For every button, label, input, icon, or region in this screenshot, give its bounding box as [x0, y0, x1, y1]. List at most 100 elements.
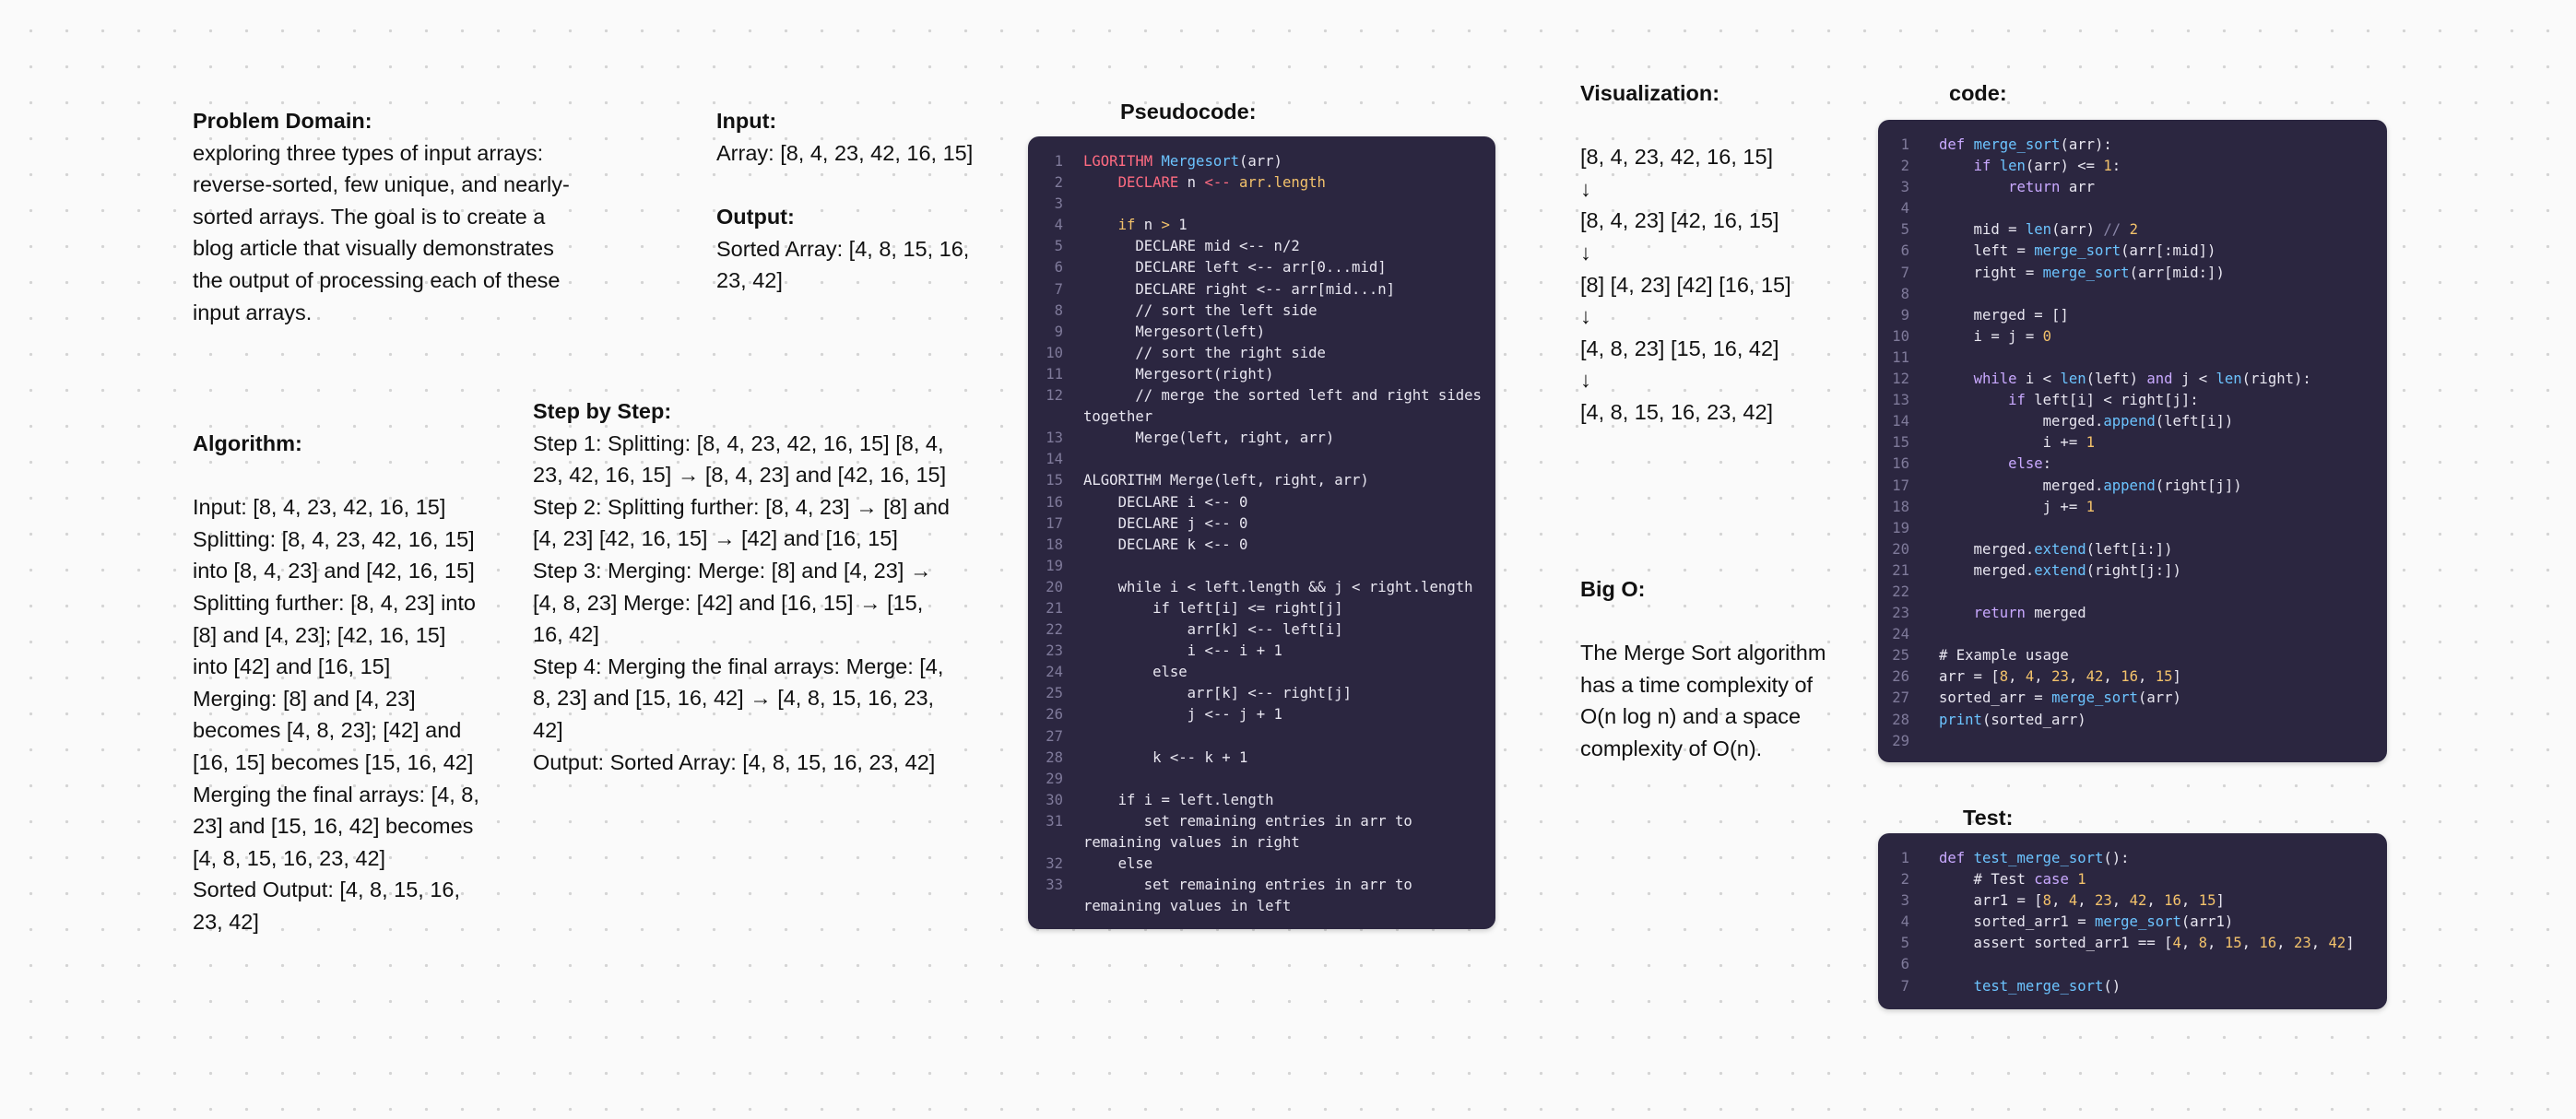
code-line: 18 DECLARE k <-- 0 — [1041, 535, 1484, 556]
code-line: 6 left = merge_sort(arr[:mid]) — [1885, 241, 2376, 262]
line-number: 29 — [1046, 770, 1063, 787]
line-number: 22 — [1046, 621, 1063, 639]
algorithm-line: Input: [8, 4, 23, 42, 16, 15] — [193, 495, 446, 520]
code-line: 4 if n > 1 — [1041, 215, 1484, 236]
problem-domain-body: exploring three types of input arrays: r… — [193, 140, 570, 324]
code-text: # Test case 1 — [1939, 871, 2086, 889]
step-line: Step 4: Merging the final arrays: Merge:… — [533, 654, 944, 742]
code-text: merged = [] — [1939, 306, 2069, 324]
code-text: if left[i] <= right[j] — [1083, 599, 1343, 617]
code-text: if left[i] < right[j]: — [2008, 392, 2199, 409]
input-heading: Input: — [716, 109, 777, 133]
visualization-line: [8, 4, 23, 42, 16, 15] — [1580, 145, 1774, 170]
code-text: else: — [2008, 455, 2052, 473]
code-line: 28 k <-- k + 1 — [1041, 748, 1484, 769]
code-line: 19 — [1041, 556, 1484, 577]
test-heading: Test: — [1963, 806, 2014, 830]
line-number: 23 — [1046, 642, 1063, 660]
line-number: 1 — [1900, 136, 1909, 153]
bigo-section: Big O: The Merge Sort algorithm has a ti… — [1580, 573, 1848, 765]
code-line: 1 def test_merge_sort(): — [1885, 848, 2376, 869]
line-number: 20 — [1892, 540, 1909, 558]
code-text: if n > 1 — [1117, 217, 1188, 234]
output-value: Sorted Array: [4, 8, 15, 16, 23, 42] — [716, 236, 970, 293]
output-section: Output: Sorted Array: [4, 8, 15, 16, 23,… — [716, 201, 984, 297]
pseudocode-heading: Pseudocode: — [1120, 100, 1257, 124]
code-line: 7 right = merge_sort(arr[mid:]) — [1885, 263, 2376, 284]
algorithm-line: Merging: [8] and [4, 23] becomes [4, 8, … — [193, 686, 474, 774]
code-text: arr = [8, 4, 23, 42, 16, 15] — [1939, 668, 2181, 686]
line-number: 19 — [1046, 557, 1063, 574]
code-line: 27 sorted_arr = merge_sort(arr) — [1885, 688, 2376, 709]
code-line: 29 — [1885, 731, 2376, 752]
visualization-line: ↓ — [1580, 176, 1591, 201]
code-line: 8 — [1885, 284, 2376, 305]
line-number: 13 — [1892, 392, 1909, 409]
code-text: def merge_sort(arr): — [1939, 136, 2112, 153]
line-number: 30 — [1046, 791, 1063, 808]
code-text: return merged — [1973, 605, 2086, 622]
line-number: 13 — [1046, 430, 1063, 447]
code-line: 2 DECLARE n <-- arr.length — [1041, 172, 1484, 194]
code-text: set remaining entries in arr to remainin… — [1083, 812, 1422, 851]
code-text: if i = left.length — [1083, 791, 1274, 808]
line-number: 29 — [1892, 732, 1909, 749]
code-text: # Example usage — [1939, 647, 2069, 665]
input-section: Input: Array: [8, 4, 23, 42, 16, 15] — [716, 105, 984, 169]
code-line: 3 — [1041, 194, 1484, 215]
code-line: 4 — [1885, 198, 2376, 219]
visualization-lines: [8, 4, 23, 42, 16, 15] ↓ [8, 4, 23] [42, 1… — [1580, 141, 1838, 428]
code-text: merged.extend(right[j:]) — [1939, 561, 2181, 579]
code-line: 9 Mergesort(left) — [1041, 322, 1484, 343]
pseudocode-panel: 1 LGORITHM Mergesort(arr) 2 DECLARE n <-- … — [1028, 136, 1495, 929]
line-number: 25 — [1046, 685, 1063, 702]
code-line: 13 Merge(left, right, arr) — [1041, 428, 1484, 449]
code-text: LGORITHM Mergesort(arr) — [1083, 153, 1282, 170]
code-line: 17 merged.append(right[j]) — [1885, 476, 2376, 497]
visualization-line: ↓ — [1580, 240, 1591, 265]
line-number: 3 — [1054, 195, 1063, 213]
line-number: 6 — [1900, 242, 1909, 260]
step-line: Step 3: Merging: Merge: [8] and [4, 23] … — [533, 558, 932, 647]
algorithm-lines: Input: [8, 4, 23, 42, 16, 15] Splitting: … — [193, 491, 483, 937]
code-line: 24 — [1885, 624, 2376, 645]
code-text: while i < left.length && j < right.lengt… — [1083, 578, 1473, 595]
line-number: 16 — [1892, 455, 1909, 473]
visualization-heading: Visualization: — [1580, 81, 1720, 105]
code-line: 20 merged.extend(left[i:]) — [1885, 539, 2376, 560]
line-number: 6 — [1054, 259, 1063, 277]
line-number: 5 — [1054, 238, 1063, 255]
code-text: j += 1 — [1939, 498, 2095, 515]
code-text: i = j = 0 — [1939, 327, 2052, 345]
line-number: 12 — [1046, 387, 1063, 405]
code-text: merged.append(left[i]) — [1939, 413, 2234, 430]
code-text: left = merge_sort(arr[:mid]) — [1939, 242, 2216, 260]
code-line: 4 sorted_arr1 = merge_sort(arr1) — [1885, 912, 2376, 933]
line-number: 18 — [1046, 536, 1063, 553]
algorithm-heading: Algorithm: — [193, 431, 302, 455]
code-line: 28 print(sorted_arr) — [1885, 710, 2376, 731]
step-line: Step 2: Splitting further: [8, 4, 23] → … — [533, 494, 950, 551]
line-number: 11 — [1046, 365, 1063, 383]
line-number: 4 — [1900, 913, 1909, 931]
line-number: 1 — [1900, 850, 1909, 866]
code-line: 24 else — [1041, 662, 1484, 683]
line-number: 17 — [1046, 514, 1063, 532]
visualization-section: Visualization: [8, 4, 23, 42, 16, 15] ↓ [8… — [1580, 77, 1838, 429]
code-line: 13 if left[i] < right[j]: — [1885, 390, 2376, 411]
line-number: 2 — [1900, 158, 1909, 175]
visualization-line: [8, 4, 23] [42, 16, 15] — [1580, 208, 1779, 233]
code-text: if len(arr) <= 1: — [1973, 158, 2121, 175]
code-text: DECLARE k <-- 0 — [1083, 536, 1248, 553]
code-line: 9 merged = [] — [1885, 305, 2376, 326]
line-number: 31 — [1046, 812, 1063, 830]
bigo-heading: Big O: — [1580, 577, 1646, 601]
code-text: // sort the left side — [1083, 301, 1318, 319]
line-number: 8 — [1900, 285, 1909, 302]
line-number: 5 — [1900, 221, 1909, 239]
code-line: 29 — [1041, 769, 1484, 790]
line-number: 4 — [1900, 200, 1909, 218]
line-number: 14 — [1046, 451, 1063, 468]
